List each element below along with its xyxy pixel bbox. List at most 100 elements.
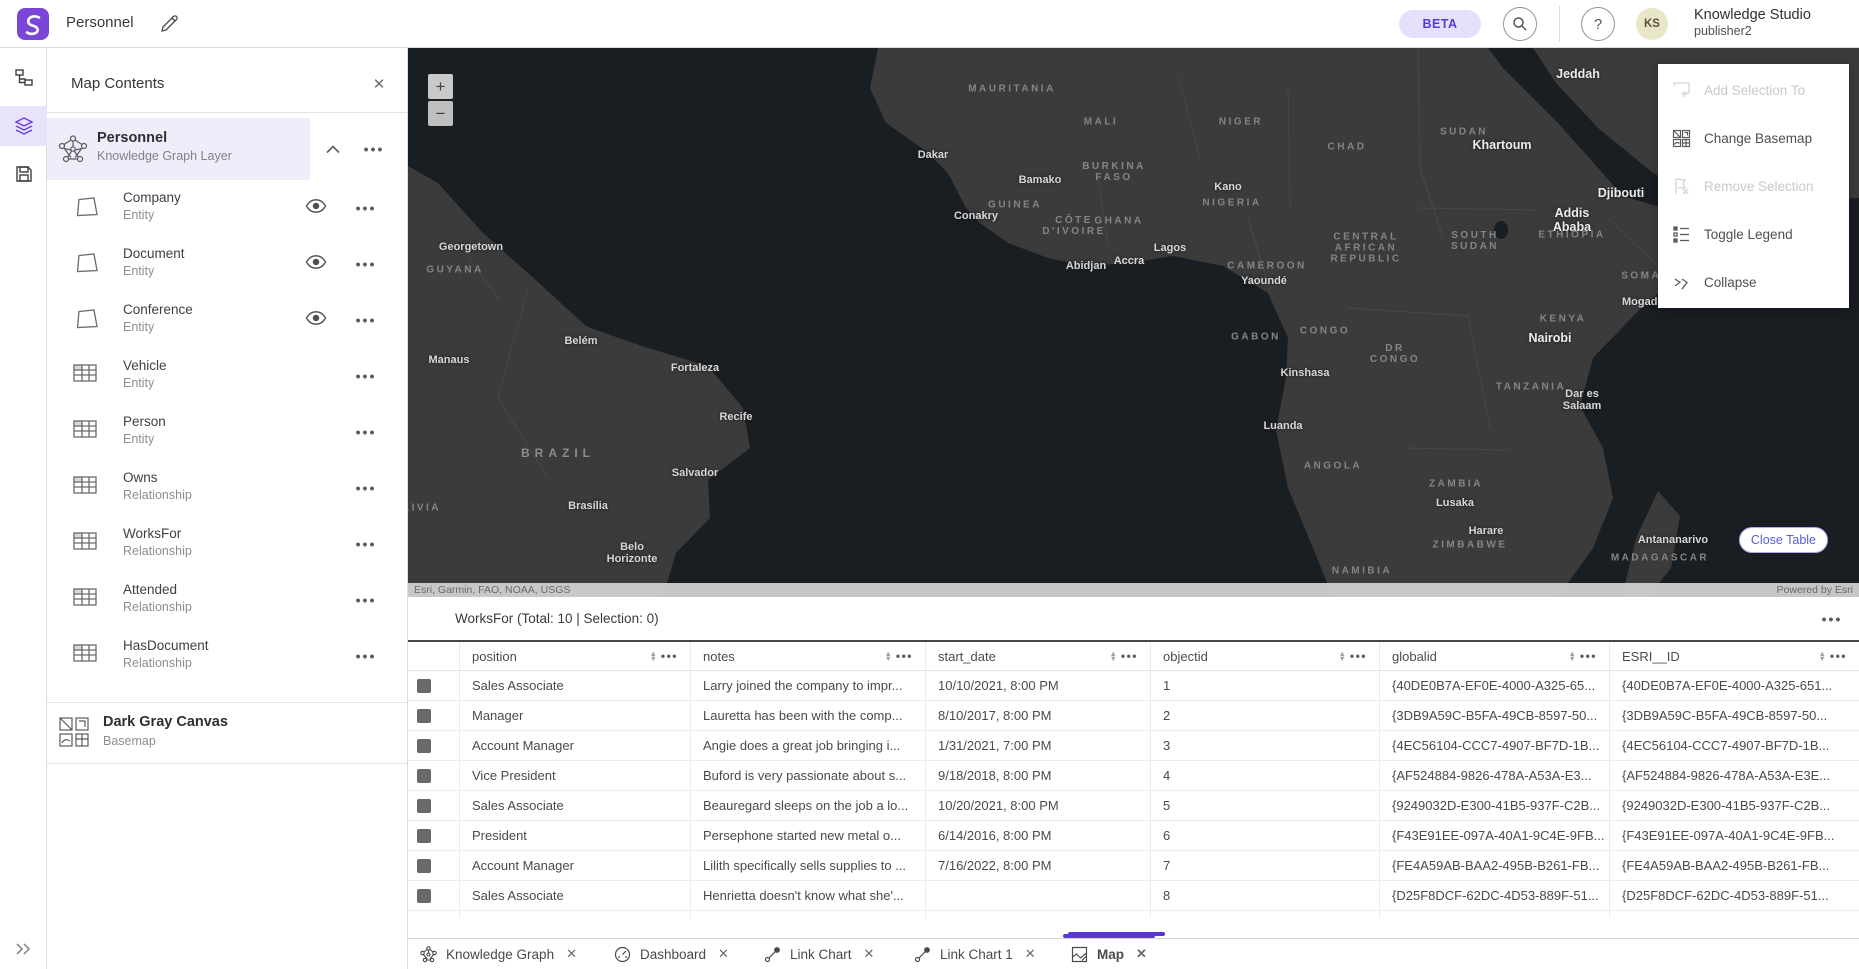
cell-globalid[interactable]: {AF524884-9826-478A-A53A-E3... (1380, 761, 1610, 790)
tab-map[interactable]: Map ✕ (1065, 939, 1153, 969)
select-all-cell[interactable] (408, 642, 460, 670)
cell-esri-id[interactable]: {3DB9A59C-B5FA-49CB-8597-50... (1610, 701, 1859, 730)
cell-notes[interactable]: Persephone started new metal o... (691, 821, 926, 850)
column-menu-icon[interactable]: ••• (1350, 649, 1367, 663)
help-icon[interactable]: ? (1581, 7, 1615, 41)
row-checkbox[interactable] (417, 769, 431, 783)
row-select-cell[interactable] (408, 821, 460, 850)
cell-start-date[interactable]: 9/18/2018, 8:00 PM (926, 761, 1151, 790)
layer-menu-icon[interactable]: ••• (353, 198, 379, 218)
sort-icon[interactable]: ▲▼ (1818, 651, 1825, 662)
tab-dashboard[interactable]: Dashboard ✕ (608, 939, 735, 969)
table-row[interactable]: President Persephone started new metal o… (408, 821, 1859, 851)
cell-objectid[interactable]: 8 (1151, 881, 1380, 910)
row-select-cell[interactable] (408, 791, 460, 820)
map-view[interactable]: Jeddah Khartoum Dakar Bamako Kano Conakr… (408, 48, 1859, 597)
cell-globalid[interactable]: {9249032D-E300-41B5-937F-C2B... (1380, 791, 1610, 820)
column-menu-icon[interactable]: ••• (1121, 649, 1138, 663)
layer-group-personnel[interactable]: Personnel Knowledge Graph Layer ••• (47, 118, 407, 180)
cell-start-date[interactable]: 7/16/2022, 8:00 PM (926, 851, 1151, 880)
row-checkbox[interactable] (417, 889, 431, 903)
cell-position[interactable]: Account Manager (460, 731, 691, 760)
row-checkbox[interactable] (417, 799, 431, 813)
cell-notes[interactable]: Larry joined the company to impr... (691, 671, 926, 700)
layer-menu-icon[interactable]: ••• (353, 590, 379, 610)
search-icon[interactable] (1503, 7, 1537, 41)
layer-menu-icon[interactable]: ••• (353, 478, 379, 498)
cell-notes[interactable]: Beauregard sleeps on the job a lo... (691, 791, 926, 820)
close-icon[interactable]: ✕ (864, 946, 875, 962)
cell-objectid[interactable]: 1 (1151, 671, 1380, 700)
layer-row-document[interactable]: Document Entity ••• (47, 236, 407, 292)
row-checkbox[interactable] (417, 739, 431, 753)
close-icon[interactable]: ✕ (566, 946, 577, 962)
cell-position[interactable]: Sales Associate (460, 671, 691, 700)
cell-notes[interactable]: Lauretta has been with the comp... (691, 701, 926, 730)
row-checkbox[interactable] (417, 859, 431, 873)
column-header-position[interactable]: position ▲▼ ••• (460, 642, 691, 670)
layer-row-owns[interactable]: Owns Relationship ••• (47, 460, 407, 516)
layer-menu-icon[interactable]: ••• (353, 534, 379, 554)
tab-link-chart-1[interactable]: Link Chart 1 ✕ (908, 939, 1042, 969)
row-checkbox[interactable] (417, 829, 431, 843)
layer-row-worksfor[interactable]: WorksFor Relationship ••• (47, 516, 407, 572)
column-header-esri-id[interactable]: ESRI__ID ▲▼ ••• (1610, 642, 1859, 670)
cell-objectid[interactable]: 3 (1151, 731, 1380, 760)
layer-row-conference[interactable]: Conference Entity ••• (47, 292, 407, 348)
row-checkbox[interactable] (417, 709, 431, 723)
menu-item-collapse[interactable]: Collapse (1658, 258, 1849, 306)
table-row[interactable]: Account Manager Angie does a great job b… (408, 731, 1859, 761)
cell-start-date[interactable]: 10/20/2021, 8:00 PM (926, 791, 1151, 820)
layer-menu-icon[interactable]: ••• (353, 422, 379, 442)
table-row[interactable]: Sales Associate Henrietta doesn't know w… (408, 881, 1859, 911)
row-select-cell[interactable] (408, 701, 460, 730)
chevron-up-icon[interactable] (321, 137, 345, 161)
column-menu-icon[interactable]: ••• (896, 649, 913, 663)
layer-row-vehicle[interactable]: Vehicle Entity ••• (47, 348, 407, 404)
column-header-objectid[interactable]: objectid ▲▼ ••• (1151, 642, 1380, 670)
visibility-eye-icon[interactable] (305, 198, 331, 218)
tab-knowledge-graph[interactable]: Knowledge Graph ✕ (414, 939, 583, 969)
row-select-cell[interactable] (408, 671, 460, 700)
cell-globalid[interactable]: {D25F8DCF-62DC-4D53-889F-51... (1380, 881, 1610, 910)
layer-row-attended[interactable]: Attended Relationship ••• (47, 572, 407, 628)
cell-esri-id[interactable]: {9249032D-E300-41B5-937F-C2B... (1610, 791, 1859, 820)
row-checkbox[interactable] (417, 679, 431, 693)
layer-row-hasdocument[interactable]: HasDocument Relationship ••• (47, 628, 407, 684)
table-row[interactable]: Vice President Buford is very passionate… (408, 761, 1859, 791)
app-logo-icon[interactable] (16, 7, 50, 41)
close-icon[interactable]: ✕ (369, 74, 389, 94)
cell-start-date[interactable]: 8/10/2017, 8:00 PM (926, 701, 1151, 730)
zoom-in-button[interactable]: + (428, 74, 453, 99)
close-icon[interactable]: ✕ (718, 946, 729, 962)
table-options-icon[interactable]: ••• (1819, 609, 1845, 629)
layer-group-menu-icon[interactable]: ••• (361, 139, 387, 159)
column-menu-icon[interactable]: ••• (1830, 649, 1847, 663)
cell-notes[interactable]: Angie does a great job bringing i... (691, 731, 926, 760)
edit-pencil-icon[interactable] (158, 13, 180, 35)
sort-icon[interactable]: ▲▼ (1338, 651, 1345, 662)
row-select-cell[interactable] (408, 761, 460, 790)
sort-icon[interactable]: ▲▼ (649, 651, 656, 662)
cell-objectid[interactable]: 6 (1151, 821, 1380, 850)
tab-link-chart[interactable]: Link Chart ✕ (758, 939, 880, 969)
row-select-cell[interactable] (408, 851, 460, 880)
cell-position[interactable]: Account Manager (460, 851, 691, 880)
cell-position[interactable]: Manager (460, 701, 691, 730)
column-header-notes[interactable]: notes ▲▼ ••• (691, 642, 926, 670)
cell-globalid[interactable]: {3DB9A59C-B5FA-49CB-8597-50... (1380, 701, 1610, 730)
cell-start-date[interactable]: 10/10/2021, 8:00 PM (926, 671, 1151, 700)
menu-item-toggle-legend[interactable]: Toggle Legend (1658, 210, 1849, 258)
cell-notes[interactable]: Henrietta doesn't know what she'... (691, 881, 926, 910)
layer-menu-icon[interactable]: ••• (353, 254, 379, 274)
clipped-table-row[interactable]: Marketing Wallace works long weekends t.… (408, 911, 1859, 918)
hierarchy-icon[interactable] (0, 58, 47, 98)
menu-item-change-basemap[interactable]: Change Basemap (1658, 114, 1849, 162)
column-header-start-date[interactable]: start_date ▲▼ ••• (926, 642, 1151, 670)
zoom-out-button[interactable]: − (428, 101, 453, 126)
sort-icon[interactable]: ▲▼ (1568, 651, 1575, 662)
cell-start-date[interactable] (926, 881, 1151, 910)
row-select-cell[interactable] (408, 881, 460, 910)
cell-globalid[interactable]: {F43E91EE-097A-40A1-9C4E-9FB... (1380, 821, 1610, 850)
cell-esri-id[interactable]: {FE4A59AB-BAA2-495B-B261-FB... (1610, 851, 1859, 880)
